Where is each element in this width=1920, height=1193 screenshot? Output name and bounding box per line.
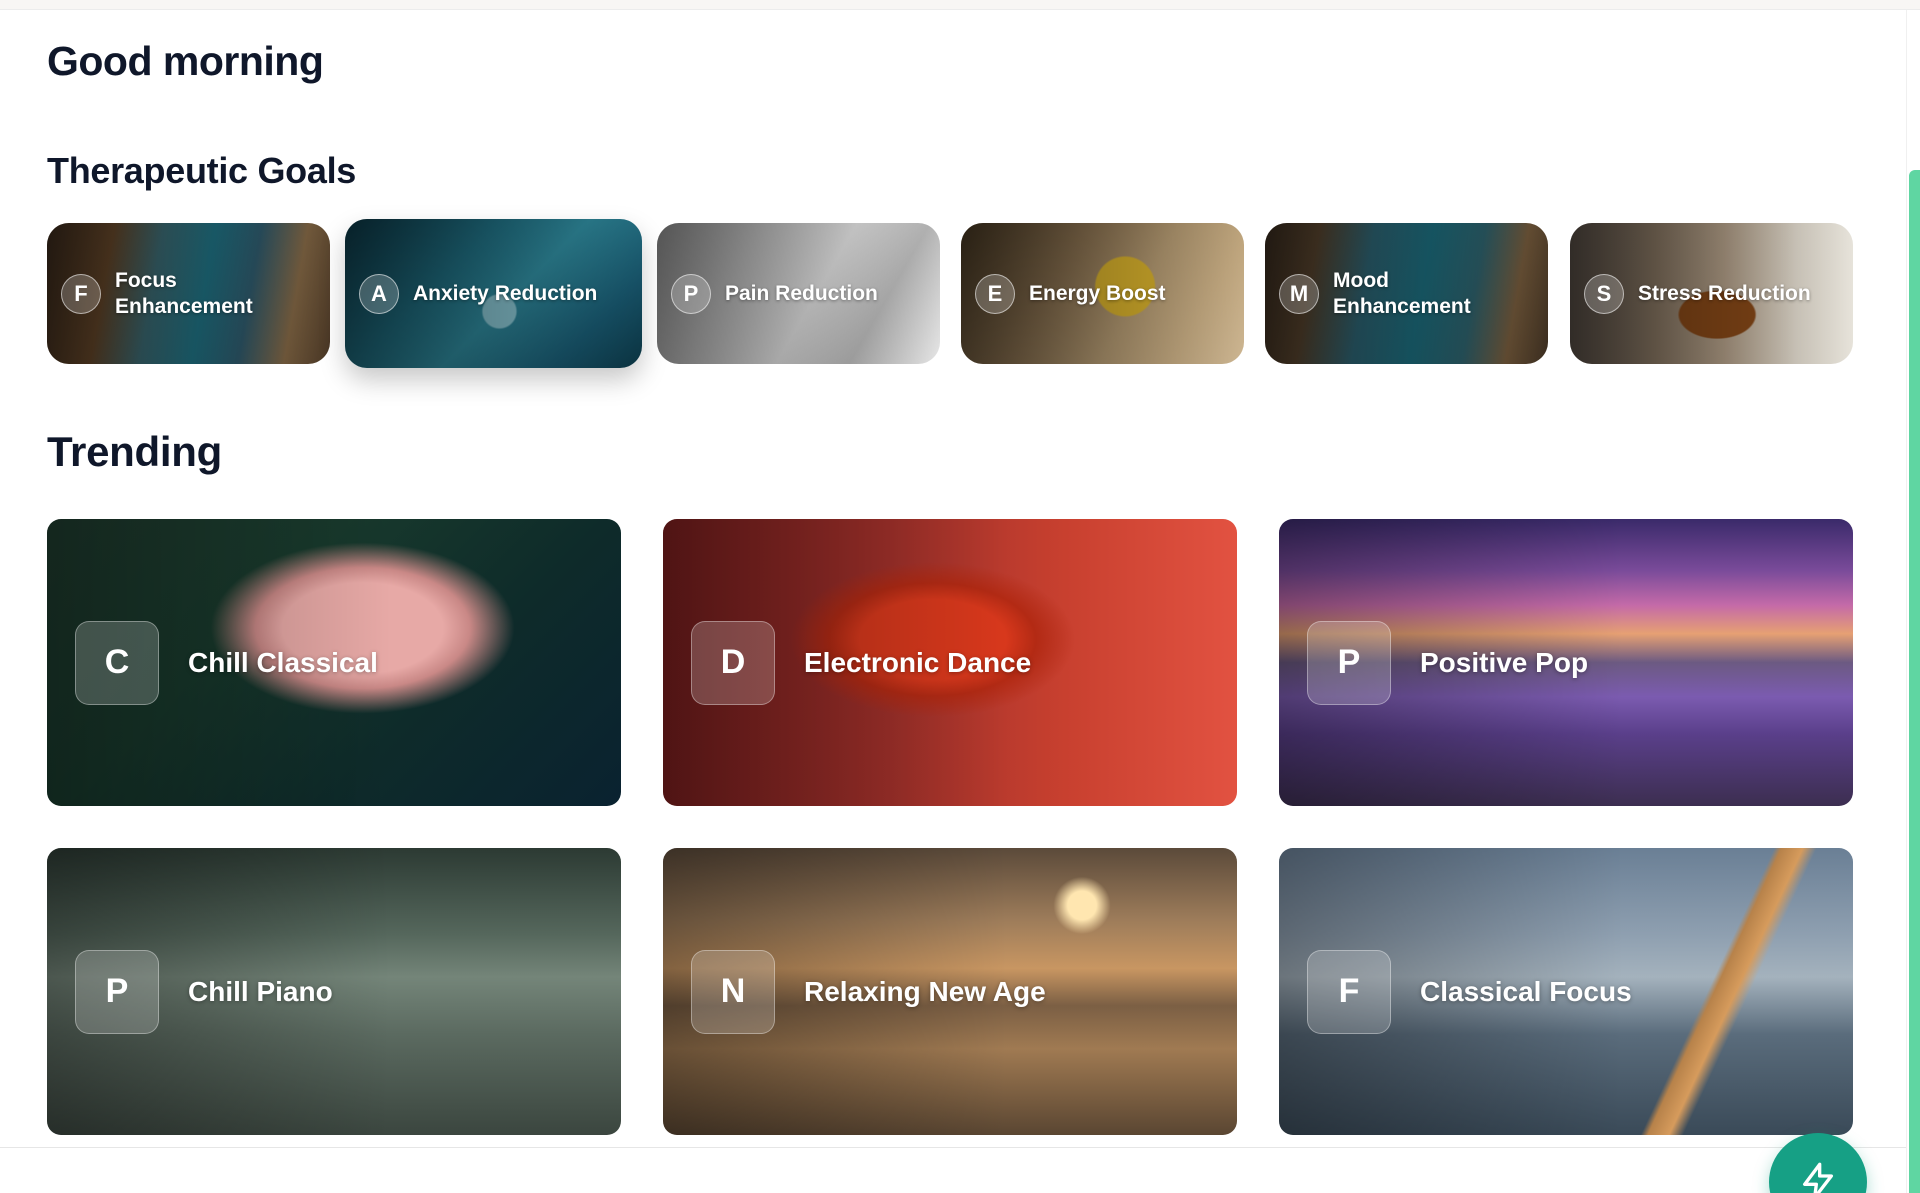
goal-letter-badge: F bbox=[61, 273, 101, 314]
goal-letter-badge: A bbox=[359, 273, 399, 314]
trending-letter-badge: P bbox=[75, 949, 159, 1034]
scrollbar-thumb[interactable] bbox=[1909, 170, 1920, 1193]
goal-card-focus-enhancement[interactable]: F Focus Enhancement bbox=[47, 223, 330, 364]
trending-letter-badge: F bbox=[1307, 949, 1391, 1034]
goal-card-mood-enhancement[interactable]: M Mood Enhancement bbox=[1265, 223, 1548, 364]
trending-label: Chill Piano bbox=[188, 975, 333, 1007]
goal-card-energy-boost[interactable]: E Energy Boost bbox=[961, 223, 1244, 364]
goal-letter-badge: M bbox=[1279, 273, 1319, 314]
trending-letter-badge: D bbox=[691, 620, 775, 705]
quick-action-button[interactable] bbox=[1769, 1133, 1867, 1193]
trending-card-chill-piano[interactable]: P Chill Piano bbox=[47, 848, 621, 1135]
goal-card-stress-reduction[interactable]: S Stress Reduction bbox=[1570, 223, 1853, 364]
trending-card-electronic-dance[interactable]: D Electronic Dance bbox=[663, 519, 1237, 806]
trending-heading: Trending bbox=[47, 428, 222, 475]
trending-card-relaxing-new-age[interactable]: N Relaxing New Age bbox=[663, 848, 1237, 1135]
app-page: Good morning Therapeutic Goals F Focus E… bbox=[0, 0, 1920, 1193]
top-divider bbox=[0, 0, 1920, 10]
lightning-icon bbox=[1803, 1162, 1833, 1193]
trending-label: Classical Focus bbox=[1420, 975, 1632, 1007]
trending-card-chill-classical[interactable]: C Chill Classical bbox=[47, 519, 621, 806]
page-greeting: Good morning bbox=[47, 38, 324, 84]
trending-label: Relaxing New Age bbox=[804, 975, 1046, 1007]
goal-label: Anxiety Reduction bbox=[413, 281, 598, 305]
goal-letter-badge: P bbox=[671, 273, 711, 314]
goal-label: Pain Reduction bbox=[725, 281, 878, 305]
therapeutic-goals-heading: Therapeutic Goals bbox=[47, 150, 356, 191]
goal-card-anxiety-reduction[interactable]: A Anxiety Reduction bbox=[345, 219, 642, 368]
goal-letter-badge: S bbox=[1584, 273, 1624, 314]
bottom-player-bar bbox=[0, 1147, 1906, 1193]
goal-letter-badge: E bbox=[975, 273, 1015, 314]
goal-label: Mood Enhancement bbox=[1333, 268, 1471, 318]
goal-card-pain-reduction[interactable]: P Pain Reduction bbox=[657, 223, 940, 364]
trending-label: Chill Classical bbox=[188, 646, 378, 678]
trending-card-classical-focus[interactable]: F Classical Focus bbox=[1279, 848, 1853, 1135]
trending-label: Electronic Dance bbox=[804, 646, 1032, 678]
trending-label: Positive Pop bbox=[1420, 646, 1589, 678]
trending-letter-badge: P bbox=[1307, 620, 1391, 705]
trending-card-positive-pop[interactable]: P Positive Pop bbox=[1279, 519, 1853, 806]
trending-letter-badge: N bbox=[691, 949, 775, 1034]
goal-label: Focus Enhancement bbox=[115, 268, 253, 318]
goal-label: Stress Reduction bbox=[1638, 281, 1811, 305]
trending-letter-badge: C bbox=[75, 620, 159, 705]
goal-label: Energy Boost bbox=[1029, 281, 1166, 305]
